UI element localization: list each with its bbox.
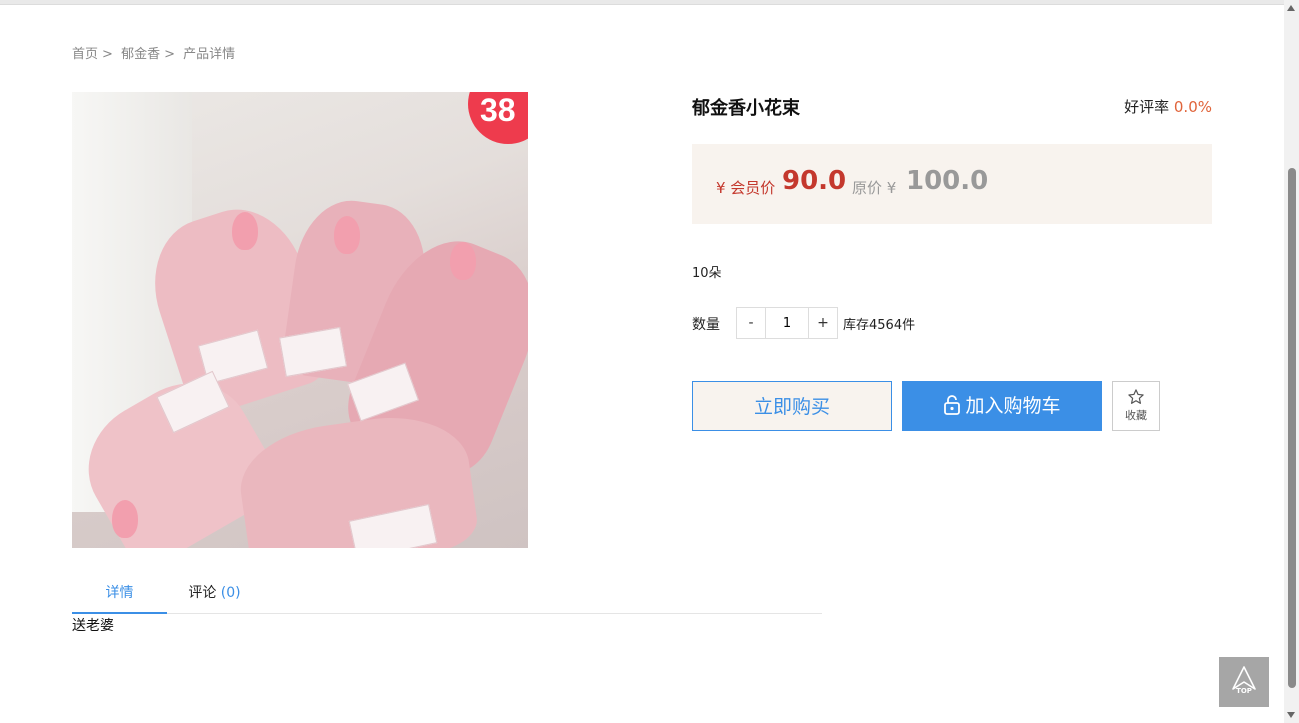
rating-label: 好评率 [1124, 98, 1170, 116]
scrollbar-thumb[interactable] [1288, 168, 1296, 688]
breadcrumb-separator: > [164, 47, 175, 62]
buy-now-button[interactable]: 立即购买 [692, 381, 892, 431]
tulip-flower [450, 242, 476, 280]
product-spec: 10朵 [692, 266, 722, 281]
quantity-stepper: - + [736, 307, 838, 339]
tab-comments-label: 评论 [188, 585, 217, 601]
scroll-up-arrow-icon[interactable] [1287, 5, 1295, 11]
original-price-label: 原价 ¥ [852, 179, 897, 197]
breadcrumb-category-link[interactable]: 郁金香 [121, 47, 160, 62]
star-icon [1128, 389, 1144, 404]
add-to-cart-button[interactable]: 加入购物车 [902, 381, 1102, 431]
price-box: ¥ 会员价 90.0 原价 ¥ 100.0 [692, 144, 1212, 224]
quantity-label: 数量 [692, 317, 720, 333]
quantity-input[interactable] [765, 308, 809, 338]
rating-value: 0.0% [1173, 98, 1212, 116]
tab-detail[interactable]: 详情 [72, 576, 167, 614]
tulip-flower [112, 500, 138, 538]
back-to-top-button[interactable]: TOP [1219, 657, 1269, 707]
comment-count: (0) [220, 585, 241, 601]
member-price: 90.0 [782, 166, 847, 196]
detail-tabs: 详情 评论 (0) [72, 576, 822, 614]
breadcrumb-separator: > [102, 47, 113, 62]
quantity-increase-button[interactable]: + [809, 308, 837, 338]
add-to-cart-label: 加入购物车 [965, 395, 1061, 417]
original-price: 100.0 [906, 166, 989, 196]
rating: 好评率 0.0% [1124, 96, 1212, 117]
lock-icon [944, 395, 961, 415]
product-image: 38 [72, 92, 528, 548]
breadcrumb-home-link[interactable]: 首页 [72, 47, 98, 62]
promo-badge: 38 [468, 92, 528, 144]
scroll-down-arrow-icon[interactable] [1287, 712, 1295, 718]
window-top-border [0, 0, 1284, 5]
breadcrumb: 首页 > 郁金香 > 产品详情 [72, 43, 239, 62]
tulip-flower [232, 212, 258, 250]
vertical-scrollbar[interactable] [1284, 0, 1299, 723]
member-price-label: ¥ 会员价 [716, 179, 776, 197]
favorite-label: 收藏 [1125, 409, 1147, 422]
detail-content: 送老婆 [72, 618, 114, 634]
quantity-decrease-button[interactable]: - [737, 308, 765, 338]
breadcrumb-current: 产品详情 [183, 47, 236, 62]
favorite-button[interactable]: 收藏 [1112, 381, 1160, 431]
back-to-top-label: TOP [1236, 687, 1252, 695]
tab-comments[interactable]: 评论 (0) [167, 576, 262, 612]
tulip-flower [334, 216, 360, 254]
product-title: 郁金香小花束 [692, 98, 800, 119]
stock-count: 库存4564件 [843, 318, 916, 333]
